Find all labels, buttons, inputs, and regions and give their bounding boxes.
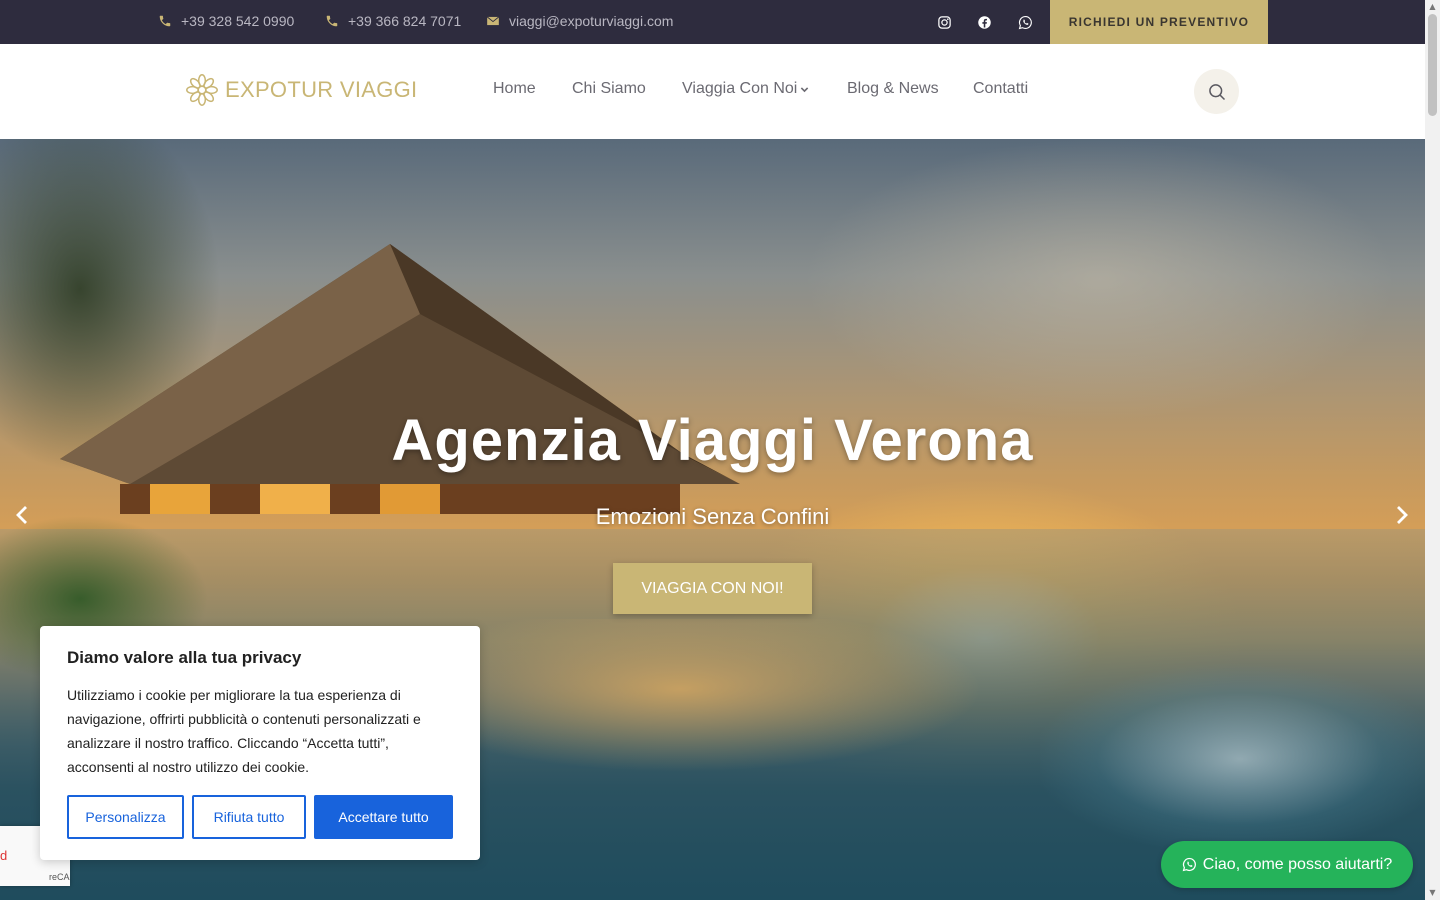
mandala-logo-icon — [186, 74, 218, 106]
chevron-right-icon — [1397, 506, 1408, 524]
nav-viaggia-con-noi[interactable]: Viaggia Con Noi — [682, 80, 809, 98]
search-icon — [1208, 83, 1225, 100]
whatsapp-icon — [1182, 857, 1196, 872]
chevron-down-icon — [801, 86, 809, 92]
page-scrollbar[interactable]: ▲ ▼ — [1425, 0, 1440, 900]
request-quote-button[interactable]: RICHIEDI UN PREVENTIVO — [1050, 0, 1268, 44]
cookie-customize-button[interactable]: Personalizza — [67, 795, 184, 839]
nav-viaggia-con-noi-label: Viaggia Con Noi — [682, 80, 798, 97]
phone-icon — [159, 15, 171, 27]
phone-number-2: +39 366 824 7071 — [348, 13, 462, 29]
phone-icon — [326, 15, 338, 27]
email-address: viaggi@expoturviaggi.com — [509, 13, 674, 29]
logo[interactable]: EXPOTUR VIAGGI — [183, 71, 417, 109]
whatsapp-chat-button[interactable]: Ciao, come posso aiutarti? — [1161, 841, 1413, 888]
phone-link-1[interactable]: +39 328 542 0990 — [158, 13, 294, 29]
nav-blog-news[interactable]: Blog & News — [847, 80, 939, 98]
hero-subtitle: Emozioni Senza Confini — [595, 504, 830, 529]
instagram-icon[interactable] — [935, 13, 953, 31]
phone-link-2[interactable]: +39 366 824 7071 — [325, 13, 461, 29]
hero-cta-button[interactable]: VIAGGIA CON NOI! — [613, 563, 812, 614]
main-header: EXPOTUR VIAGGI Home Chi Siamo Viaggia Co… — [0, 44, 1425, 139]
logo-text: EXPOTUR VIAGGI — [225, 77, 418, 102]
cookie-description: Utilizziamo i cookie per migliorare la t… — [67, 687, 421, 775]
email-link[interactable]: viaggi@expoturviaggi.com — [486, 13, 673, 29]
scroll-thumb[interactable] — [1428, 14, 1437, 116]
recaptcha-label: reCA — [49, 872, 70, 882]
scroll-up-arrow-icon[interactable]: ▲ — [1428, 2, 1437, 11]
hero-title: Agenzia Viaggi Verona — [391, 408, 1034, 473]
search-button[interactable] — [1194, 69, 1239, 114]
cookie-reject-button[interactable]: Rifiuta tutto — [192, 795, 306, 839]
cookie-title: Diamo valore alla tua privacy — [67, 648, 302, 667]
envelope-icon — [486, 16, 500, 26]
phone-number-1: +39 328 542 0990 — [181, 13, 295, 29]
nav-home[interactable]: Home — [493, 80, 536, 98]
recaptcha-logo-fragment: d — [0, 848, 8, 863]
slider-next-arrow[interactable] — [1392, 503, 1412, 527]
cookie-accept-button[interactable]: Accettare tutto — [314, 795, 453, 839]
nav-chi-siamo[interactable]: Chi Siamo — [572, 80, 646, 98]
scroll-down-arrow-icon[interactable]: ▼ — [1428, 888, 1437, 897]
slider-prev-arrow[interactable] — [12, 503, 32, 527]
nav-contatti[interactable]: Contatti — [973, 80, 1028, 98]
whatsapp-icon[interactable] — [1016, 13, 1034, 31]
cookie-consent-banner: Diamo valore alla tua privacy Utilizziam… — [40, 626, 480, 860]
top-bar: +39 328 542 0990 +39 366 824 7071 viaggi… — [0, 0, 1425, 44]
whatsapp-chat-label: Ciao, come posso aiutarti? — [1202, 855, 1393, 873]
facebook-icon[interactable] — [975, 13, 993, 31]
chevron-left-icon — [16, 506, 27, 524]
